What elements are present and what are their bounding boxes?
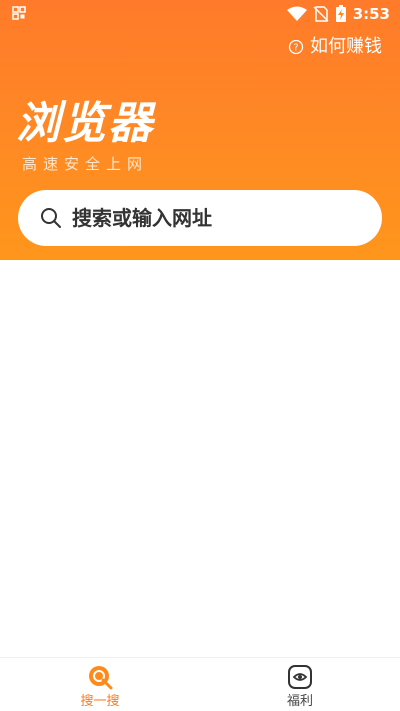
welfare-icon	[288, 665, 312, 689]
question-circle-icon: ?	[288, 39, 304, 55]
wifi-icon	[286, 6, 307, 21]
brand-title: 浏览器	[16, 98, 154, 149]
header: 3:53 ? 如何赚钱 浏览器 高速安全上网 搜索或输入网址	[0, 0, 400, 260]
tab-search-label: 搜一搜	[80, 694, 120, 709]
no-sim-icon	[313, 6, 329, 22]
qr-icon	[12, 6, 26, 20]
status-bar: 3:53	[0, 0, 400, 28]
battery-charging-icon	[335, 5, 346, 22]
tab-welfare-label: 福利	[286, 694, 313, 709]
tab-search[interactable]: 搜一搜	[60, 664, 140, 710]
brand-subtitle: 高速安全上网	[22, 155, 149, 173]
svg-text:?: ?	[293, 43, 298, 54]
status-time: 3:53	[352, 5, 390, 23]
search-input[interactable]: 搜索或输入网址	[18, 190, 382, 246]
search-icon	[41, 208, 61, 228]
bottom-nav: 搜一搜 福利	[0, 657, 400, 711]
search-circle-icon	[89, 666, 113, 690]
how-to-earn-label: 如何赚钱	[310, 36, 382, 57]
search-placeholder: 搜索或输入网址	[72, 206, 212, 230]
how-to-earn-link[interactable]: ? 如何赚钱	[288, 34, 382, 60]
tab-welfare[interactable]: 福利	[260, 664, 340, 710]
